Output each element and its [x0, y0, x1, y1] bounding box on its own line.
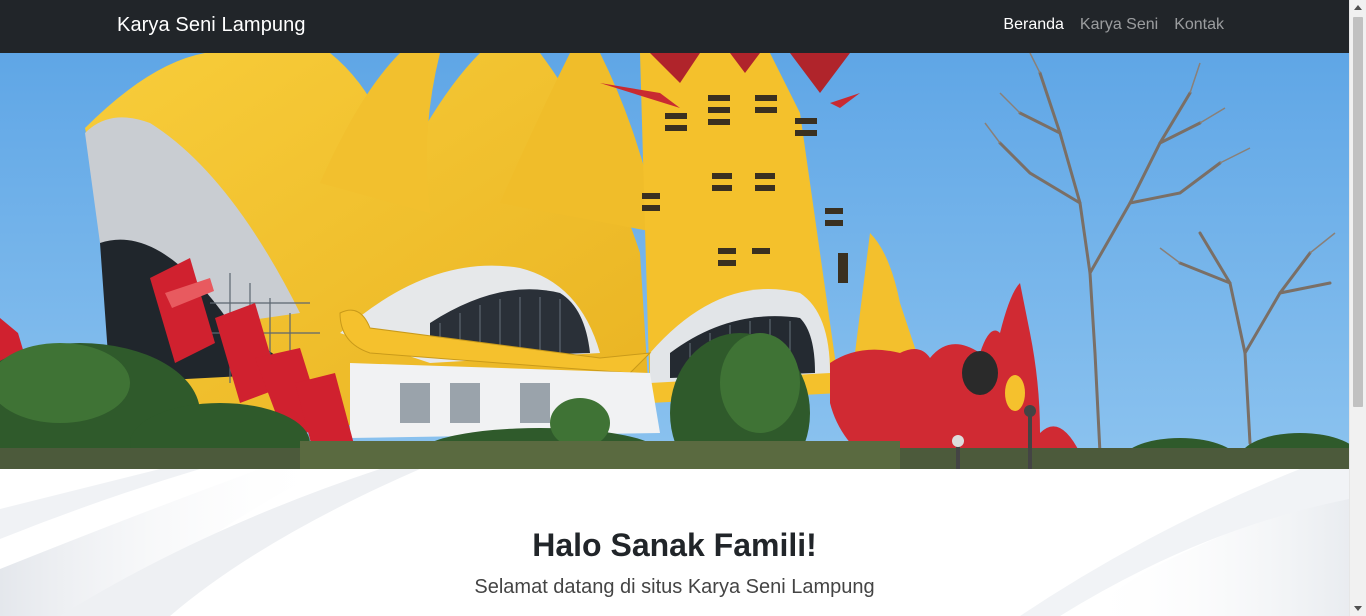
welcome-subtitle: Selamat datang di situs Karya Seni Lampu… — [474, 576, 875, 598]
navbar: Karya Seni Lampung Beranda Karya Seni Ko… — [0, 0, 1349, 53]
scroll-up-arrow-icon[interactable] — [1354, 5, 1362, 10]
nav-item-karya-seni[interactable]: Karya Seni — [1080, 16, 1158, 34]
nav-item-kontak[interactable]: Kontak — [1174, 16, 1224, 34]
scroll-down-arrow-icon[interactable] — [1354, 606, 1362, 611]
nav-item-beranda[interactable]: Beranda — [1003, 16, 1064, 34]
hero-image — [0, 53, 1349, 469]
page-scrollbar[interactable] — [1349, 0, 1366, 616]
welcome-section: Halo Sanak Famili! Selamat datang di sit… — [0, 469, 1349, 616]
page: Karya Seni Lampung Beranda Karya Seni Ko… — [0, 0, 1349, 616]
welcome-title: Halo Sanak Famili! — [532, 527, 817, 563]
scroll-thumb[interactable] — [1353, 17, 1363, 407]
navbar-brand[interactable]: Karya Seni Lampung — [117, 14, 306, 37]
nav-menu: Beranda Karya Seni Kontak — [1003, 16, 1224, 34]
